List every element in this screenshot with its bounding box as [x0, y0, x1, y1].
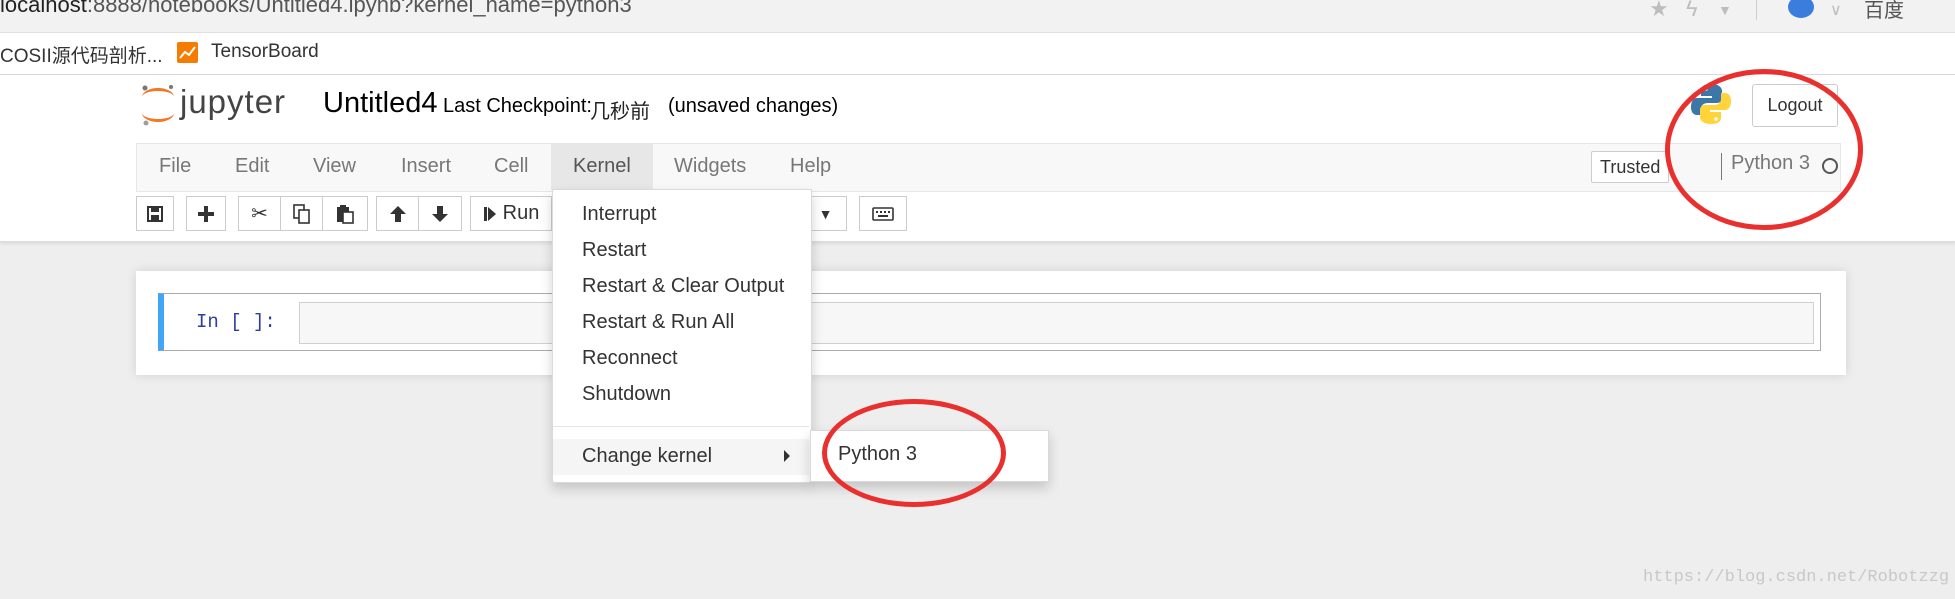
move-down-button[interactable] [418, 196, 462, 231]
cell-input-prompt: In [ ]: [196, 311, 276, 333]
bookmark-item[interactable]: TensorBoard [211, 41, 319, 63]
save-icon [147, 205, 163, 222]
browser-url-bar[interactable]: localhost:8888/notebooks/Untitled4.ipynb… [0, 0, 1955, 33]
jupyter-header [0, 75, 1955, 144]
annotation-circle-kernel-status [1665, 69, 1863, 230]
menu-cell[interactable]: Cell [472, 143, 550, 190]
plus-icon [198, 205, 214, 222]
arrow-up-icon [389, 205, 406, 222]
arrow-down-icon [432, 205, 448, 222]
annotation-circle-python3 [822, 399, 1006, 507]
menu-item-shutdown[interactable]: Shutdown [582, 383, 671, 406]
menu-item-restart[interactable]: Restart [582, 239, 646, 262]
save-button[interactable] [136, 196, 174, 231]
url-path: :8888/notebooks/Untitled4.ipynb?kernel_n… [86, 0, 632, 17]
paste-button[interactable] [322, 196, 368, 231]
run-button[interactable]: Run [470, 196, 552, 231]
menu-item-change-kernel[interactable]: Change kernel [582, 445, 712, 468]
tensorboard-icon [177, 42, 198, 63]
watermark-text: https://blog.csdn.net/Robotzzg [1643, 568, 1950, 587]
scissors-icon: ✂ [251, 203, 268, 225]
submenu-caret-icon [784, 450, 790, 462]
move-up-button[interactable] [376, 196, 419, 231]
menu-kernel[interactable]: Kernel [551, 143, 653, 190]
star-icon[interactable]: ★ [1649, 0, 1669, 22]
checkpoint-time: 几秒前 [590, 101, 650, 123]
bookmark-item[interactable]: COSII源代码剖析... [0, 41, 163, 68]
menu-item-restart-clear-output[interactable]: Restart & Clear Output [582, 275, 784, 298]
url-host: localhost [0, 0, 87, 17]
menu-insert[interactable]: Insert [379, 143, 473, 190]
cut-button[interactable]: ✂ [238, 196, 281, 231]
chevron-down-icon[interactable]: ▼ [1718, 2, 1732, 18]
step-forward-icon [483, 206, 496, 221]
menu-file[interactable]: File [137, 143, 213, 190]
insert-cell-button[interactable] [186, 196, 226, 231]
url-text[interactable]: localhost:8888/notebooks/Untitled4.ipynb… [0, 0, 632, 18]
paw-icon[interactable] [1788, 0, 1814, 18]
unsaved-status: (unsaved changes) [668, 95, 839, 117]
separator [1756, 0, 1757, 20]
menu-edit[interactable]: Edit [213, 143, 291, 190]
menu-view[interactable]: View [291, 143, 378, 190]
jupyter-logo-icon[interactable] [140, 83, 176, 127]
menu-help[interactable]: Help [768, 143, 853, 190]
jupyter-logo-text: jupyter [180, 83, 287, 120]
trusted-badge[interactable]: Trusted [1591, 151, 1670, 183]
menu-item-reconnect[interactable]: Reconnect [582, 347, 678, 370]
menu-item-restart-run-all[interactable]: Restart & Run All [582, 311, 734, 334]
code-editor-input[interactable] [299, 302, 1814, 344]
notebook-name[interactable]: Untitled4 [323, 87, 437, 120]
copy-button[interactable] [280, 196, 323, 231]
chevron-down-icon[interactable]: ∨ [1830, 0, 1842, 20]
keyboard-icon [872, 206, 894, 221]
menu-item-interrupt[interactable]: Interrupt [582, 203, 656, 226]
paste-icon [337, 204, 354, 224]
menu-widgets[interactable]: Widgets [652, 143, 768, 190]
copy-icon [292, 203, 310, 224]
lightning-icon[interactable]: ϟ [1686, 0, 1698, 22]
run-label: Run [502, 202, 540, 224]
chevron-down-icon: ▼ [818, 206, 833, 222]
checkpoint-label: Last Checkpoint: [443, 95, 592, 117]
command-palette-button[interactable] [859, 196, 907, 231]
menu-divider [553, 426, 809, 427]
search-engine-label[interactable]: 百度 [1864, 0, 1904, 23]
